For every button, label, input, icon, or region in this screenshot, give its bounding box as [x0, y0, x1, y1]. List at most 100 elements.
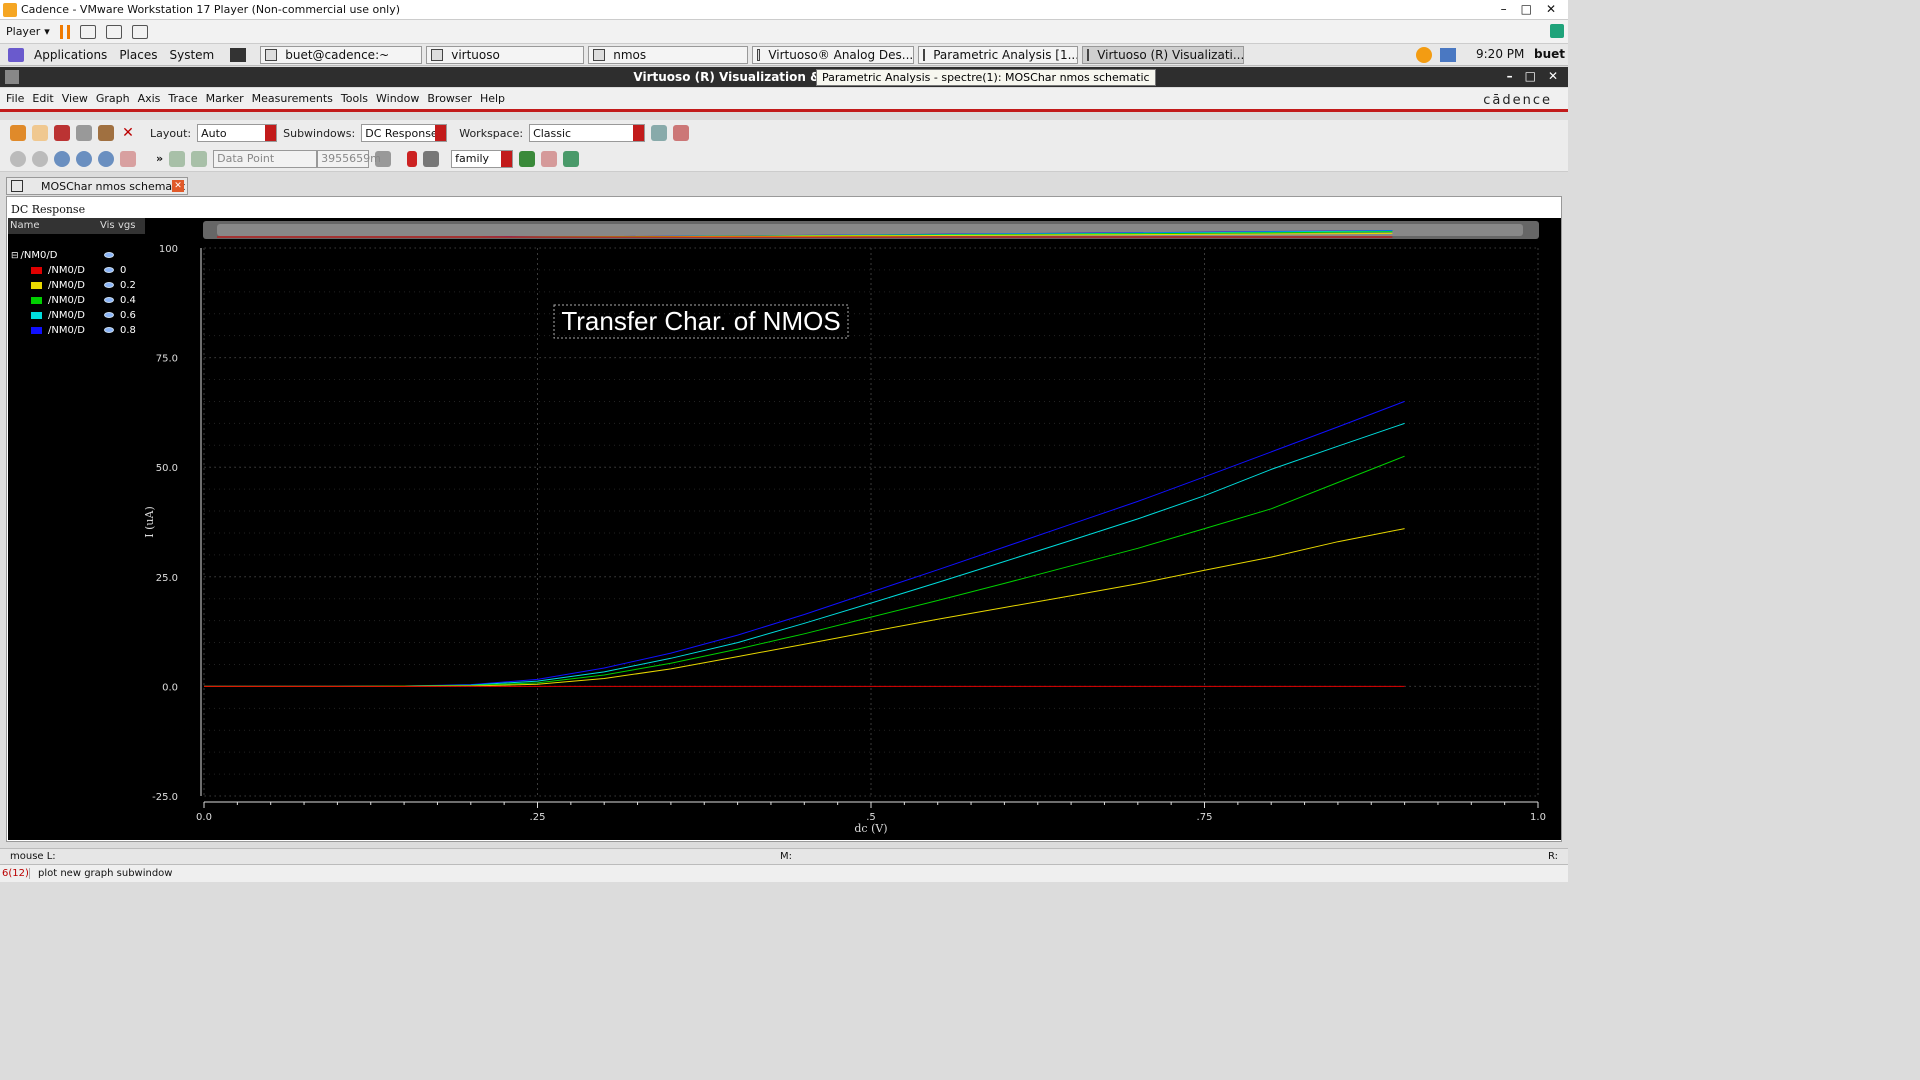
maximize-icon[interactable]: □ [1521, 2, 1532, 16]
delete-icon[interactable]: ✕ [120, 125, 136, 141]
trace-color-swatch [31, 297, 42, 304]
legend-trace-row[interactable]: /NM0/D [31, 265, 85, 276]
collapse-icon[interactable]: ⊟ [11, 251, 19, 261]
overflow-chevron-icon[interactable]: » [156, 152, 163, 165]
visibility-eye-icon[interactable] [104, 252, 114, 258]
info-icon[interactable] [423, 150, 440, 167]
visibility-eye-icon[interactable] [104, 297, 114, 303]
copy-icon[interactable] [76, 125, 92, 141]
subwindows-select[interactable]: DC Response [361, 124, 448, 142]
mouse-right-status: R: [1547, 851, 1558, 862]
task-label: Virtuoso (R) Visualizati... [1097, 47, 1245, 62]
clock[interactable]: 9:20 PM [1476, 47, 1524, 61]
series-line-vgs-0.4 [204, 455, 1405, 687]
task-label: buet@cadence:~ [285, 47, 390, 62]
send-ctrl-alt-del-icon[interactable] [79, 24, 96, 39]
redo-icon[interactable] [32, 125, 48, 141]
minimize-icon[interactable]: – [1507, 69, 1513, 83]
task-virtuoso[interactable]: virtuoso [426, 45, 585, 64]
minimize-icon[interactable]: – [1501, 2, 1507, 16]
player-label: Player [6, 25, 41, 38]
menu-view[interactable]: View [62, 92, 88, 105]
places-menu[interactable]: Places [113, 48, 163, 62]
vmware-titlebar: Cadence - VMware Workstation 17 Player (… [0, 0, 1568, 20]
update-icon[interactable] [1416, 47, 1432, 63]
task-analog-design[interactable]: Virtuoso® Analog Des... [752, 45, 915, 64]
task-label: nmos [613, 47, 647, 62]
close-icon[interactable]: ✕ [1546, 2, 1556, 16]
unity-icon[interactable] [131, 24, 148, 39]
menu-edit[interactable]: Edit [32, 92, 53, 105]
network-icon[interactable] [1440, 48, 1456, 62]
visibility-eye-icon[interactable] [104, 312, 114, 318]
strip-traces-icon[interactable] [563, 150, 580, 167]
marker-type-select[interactable]: Data Point [213, 149, 318, 168]
virtuoso-window-controls: – □ ✕ [1507, 69, 1558, 83]
x-axis-label: dc (V) [854, 822, 887, 835]
task-nmos[interactable]: nmos [588, 45, 749, 64]
tab-moschar-schematic[interactable]: MOSChar nmos schematic ✕ [6, 177, 188, 195]
trace-legend: Name Vis vgs ⊟ /NM0/D /NM0/D 0/NM0/D 0.2/N… [8, 218, 145, 840]
cut-icon[interactable] [54, 125, 70, 141]
menu-window[interactable]: Window [376, 92, 419, 105]
legend-trace-row[interactable]: /NM0/D [31, 310, 85, 321]
pause-icon[interactable] [59, 24, 70, 39]
legend-header: Name Vis vgs [8, 218, 145, 234]
player-menu-button[interactable]: Player ▾ [6, 25, 50, 38]
delete-workspace-icon[interactable] [673, 125, 690, 141]
system-menu[interactable]: System [163, 48, 220, 62]
notes-icon[interactable] [1550, 24, 1564, 38]
combine-traces-icon[interactable] [541, 150, 558, 167]
task-visualization[interactable]: Virtuoso (R) Visualizati... [1082, 45, 1245, 64]
task-terminal[interactable]: buet@cadence:~ [260, 45, 423, 64]
menu-browser[interactable]: Browser [427, 92, 472, 105]
window-icon [593, 48, 606, 61]
forward-icon[interactable] [32, 150, 48, 167]
undo-icon[interactable] [10, 125, 26, 141]
marker-coordinate-field[interactable]: 3955659m [317, 149, 381, 168]
visibility-eye-icon[interactable] [104, 282, 114, 288]
x-tick-label: .25 [530, 812, 546, 823]
zoom-out-icon[interactable] [98, 150, 114, 167]
chart-svg[interactable]: 0.0.25.5.75 1.010075.050.025.00.0-25.0dc … [143, 218, 1561, 840]
maximize-icon[interactable]: □ [1525, 69, 1536, 83]
family-select[interactable]: family [451, 149, 514, 168]
visibility-eye-icon[interactable] [104, 267, 114, 273]
zoom-box-icon[interactable] [120, 150, 136, 167]
workspace-select[interactable]: Classic [529, 124, 646, 142]
zoom-in-icon[interactable] [76, 150, 92, 167]
menu-marker[interactable]: Marker [206, 92, 244, 105]
menu-tools[interactable]: Tools [341, 92, 368, 105]
legend-trace-row[interactable]: /NM0/D [31, 325, 85, 336]
close-icon[interactable]: ✕ [1548, 69, 1558, 83]
close-tab-icon[interactable]: ✕ [172, 180, 184, 192]
split-traces-icon[interactable] [519, 150, 536, 167]
menu-trace[interactable]: Trace [168, 92, 197, 105]
chevron-down-icon [265, 125, 277, 141]
menu-help[interactable]: Help [480, 92, 505, 105]
user-name[interactable]: buet [1534, 47, 1565, 61]
window-menu-icon[interactable] [5, 70, 19, 84]
legend-group[interactable]: ⊟ /NM0/D [11, 250, 57, 261]
paste-icon[interactable] [98, 125, 114, 141]
menu-axis[interactable]: Axis [138, 92, 161, 105]
legend-trace-row[interactable]: /NM0/D [31, 295, 85, 306]
layout-select[interactable]: Auto [197, 124, 278, 142]
menu-graph[interactable]: Graph [96, 92, 130, 105]
marker-right-icon[interactable] [191, 150, 208, 167]
legend-trace-row[interactable]: /NM0/D [31, 280, 85, 291]
terminal-launcher-icon[interactable] [230, 47, 247, 62]
applications-menu[interactable]: Applications [28, 48, 113, 62]
task-parametric-analysis[interactable]: Parametric Analysis [1... [918, 45, 1079, 64]
plot-area[interactable]: 0.0.25.5.75 1.0 100 75.0 50.0 25.0 0.0 -25.0 dc … [143, 218, 1561, 840]
back-icon[interactable] [10, 150, 26, 167]
fullscreen-icon[interactable] [105, 24, 122, 39]
menu-file[interactable]: File [6, 92, 24, 105]
visibility-eye-icon[interactable] [104, 327, 114, 333]
marker-left-icon[interactable] [169, 150, 186, 167]
menu-measurements[interactable]: Measurements [252, 92, 333, 105]
save-workspace-icon[interactable] [651, 125, 668, 141]
zoom-fit-icon[interactable] [54, 150, 70, 167]
flag-icon[interactable] [407, 150, 418, 167]
trace-color-swatch [31, 312, 42, 319]
